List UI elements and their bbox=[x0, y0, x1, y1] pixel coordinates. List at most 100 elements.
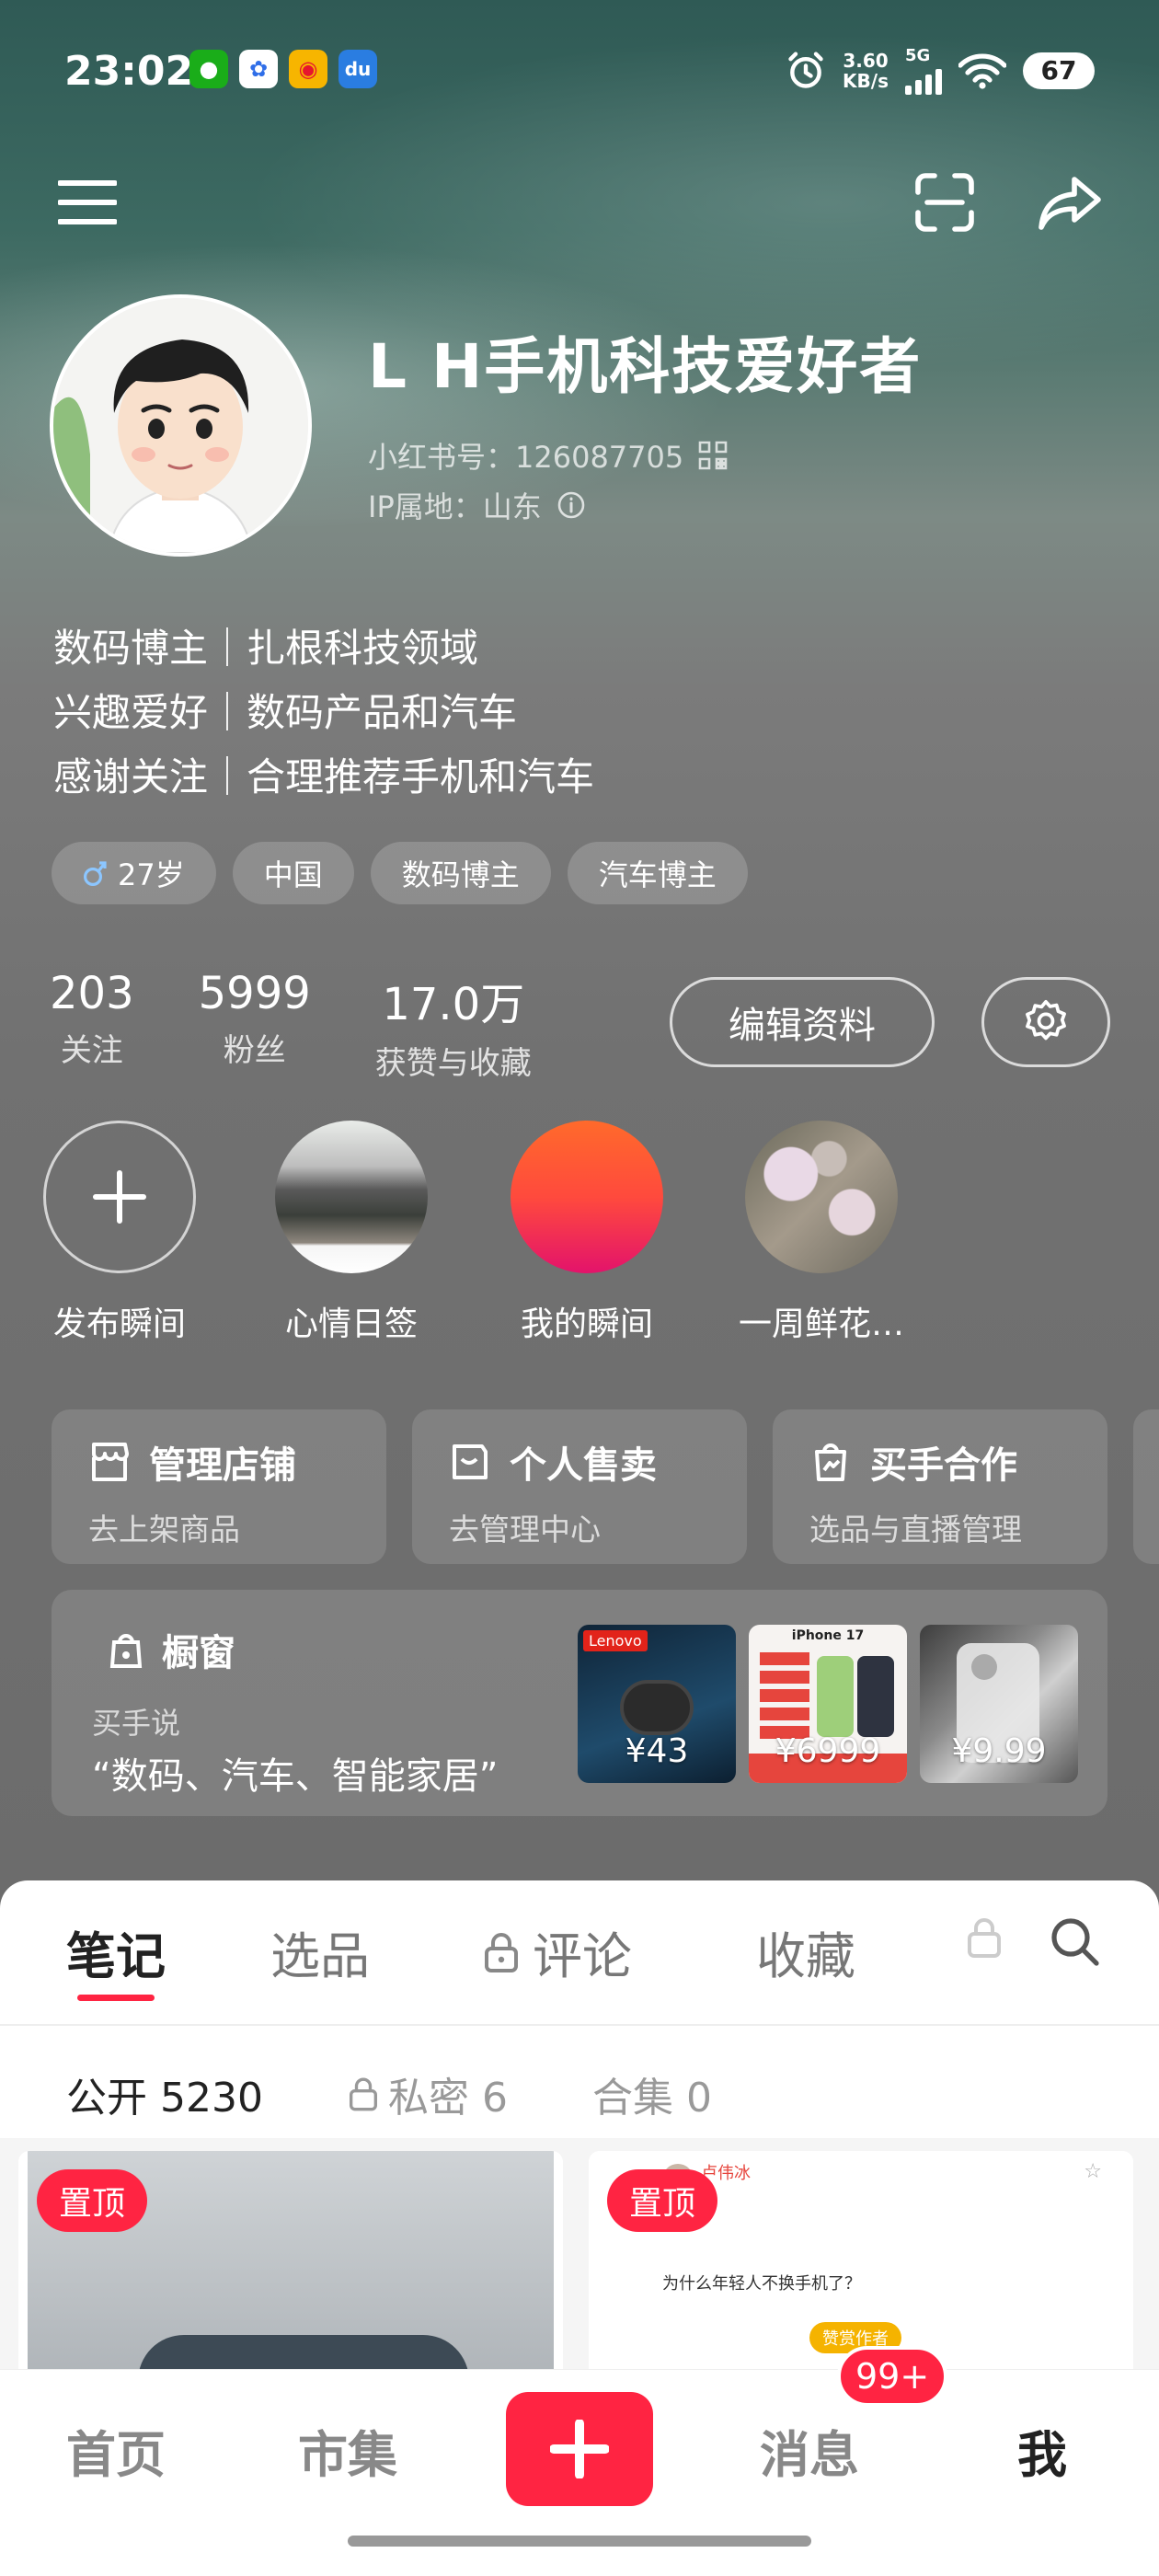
male-gender-icon bbox=[84, 861, 107, 886]
wifi-icon bbox=[958, 53, 1006, 89]
nav-home[interactable]: 首页 bbox=[66, 2414, 166, 2487]
profile-stats: 203 关注 5999 粉丝 17.0万 获赞与收藏 bbox=[50, 968, 532, 1083]
plus-icon bbox=[550, 2420, 609, 2478]
search-button[interactable] bbox=[1049, 1915, 1100, 1967]
add-moment-circle bbox=[43, 1121, 196, 1273]
gear-icon bbox=[1026, 999, 1066, 1041]
wechat-icon: ● bbox=[189, 50, 228, 88]
tabs-divider bbox=[0, 2024, 1159, 2026]
bio-line: 兴趣爱好｜数码产品和汽车 bbox=[53, 690, 518, 735]
product-phone-case[interactable]: ¥9.99 bbox=[920, 1625, 1078, 1783]
qr-code-icon[interactable] bbox=[698, 441, 728, 470]
clock: 23:02 bbox=[64, 48, 194, 95]
buyer-says-label: 买手说 bbox=[92, 1706, 181, 1741]
product-price: ¥9.99 bbox=[951, 1732, 1047, 1770]
scan-icon bbox=[915, 173, 974, 232]
menu-button[interactable] bbox=[55, 170, 120, 235]
account-id: 小红书号：126087705 bbox=[368, 440, 684, 475]
network-speed: 3.60 KB/s bbox=[843, 49, 889, 92]
profile-bio: 数码博主｜扎根科技领域 兴趣爱好｜数码产品和汽车 感谢关注｜合理推荐手机和汽车 bbox=[53, 616, 594, 810]
tag-region: 中国 bbox=[232, 842, 354, 904]
ip-location: IP属地：山东 bbox=[368, 489, 542, 524]
product-price: ¥6999 bbox=[775, 1732, 881, 1770]
scan-button[interactable] bbox=[912, 170, 977, 235]
ip-location-row: IP属地：山东 bbox=[368, 484, 586, 526]
lock-icon bbox=[968, 1918, 1001, 1958]
weibo-icon: ◉ bbox=[289, 50, 327, 88]
tag-car-blogger: 汽车博主 bbox=[567, 842, 748, 904]
edit-profile-button[interactable]: 编辑资料 bbox=[670, 977, 935, 1067]
active-tab-indicator bbox=[77, 1995, 155, 2001]
moment-weekly-flowers[interactable]: 一周鲜花… bbox=[716, 1121, 927, 1345]
search-icon bbox=[1051, 1918, 1099, 1966]
signal-icon bbox=[905, 65, 942, 95]
notification-icons: ● ✿ ◉ du bbox=[189, 50, 377, 88]
account-id-row: 小红书号：126087705 bbox=[368, 434, 728, 477]
info-icon[interactable] bbox=[557, 490, 586, 520]
moment-mood-sign[interactable]: 心情日签 bbox=[246, 1121, 457, 1345]
plus-icon bbox=[93, 1170, 146, 1224]
tag-age: 27岁 bbox=[52, 842, 216, 904]
manage-shop-card[interactable]: 管理店铺 去上架商品 bbox=[52, 1409, 386, 1564]
tab-comments[interactable]: 评论 bbox=[483, 1915, 632, 1988]
moments-row: 发布瞬间 心情日签 我的瞬间 一周鲜花… bbox=[0, 1121, 1159, 1351]
moment-publish[interactable]: 发布瞬间 bbox=[14, 1121, 225, 1345]
baidu-icon: ✿ bbox=[239, 50, 278, 88]
messages-badge: 99+ bbox=[837, 2346, 948, 2407]
tab-favorites[interactable]: 收藏 bbox=[756, 1915, 855, 1988]
tag-digital-blogger: 数码博主 bbox=[370, 842, 551, 904]
bio-line: 数码博主｜扎根科技领域 bbox=[53, 626, 479, 671]
tab-selections[interactable]: 选品 bbox=[270, 1915, 370, 1988]
showcase-bag-icon bbox=[109, 1634, 143, 1668]
moment-my-moments[interactable]: 我的瞬间 bbox=[481, 1121, 693, 1345]
tab-notes[interactable]: 笔记 bbox=[66, 1915, 166, 1988]
hamburger-icon bbox=[58, 180, 117, 224]
buyer-quote: “数码、汽车、智能家居” bbox=[92, 1755, 499, 1798]
more-services-card[interactable] bbox=[1133, 1409, 1159, 1564]
personal-sales-card[interactable]: 个人售卖 去管理中心 bbox=[412, 1409, 747, 1564]
star-icon: ☆ bbox=[1084, 2160, 1102, 2183]
product-price: ¥43 bbox=[625, 1732, 689, 1770]
share-button[interactable] bbox=[1038, 170, 1102, 235]
my-moments-thumbnail bbox=[511, 1121, 663, 1273]
tab-locked-more[interactable] bbox=[966, 1915, 1003, 1960]
battery-indicator: 67 bbox=[1023, 52, 1095, 89]
pinned-badge: 置顶 bbox=[607, 2169, 717, 2232]
buyer-cooperation-card[interactable]: 买手合作 选品与直播管理 bbox=[773, 1409, 1107, 1564]
settings-button[interactable] bbox=[981, 977, 1110, 1067]
product-iphone[interactable]: iPhone 17 ¥6999 bbox=[749, 1625, 907, 1783]
filter-collections[interactable]: 合集 0 bbox=[592, 2064, 712, 2123]
note-question: 为什么年轻人不换手机了？ bbox=[662, 2274, 861, 2294]
lock-icon bbox=[485, 1932, 518, 1972]
cooperation-bag-icon bbox=[815, 1443, 846, 1481]
lock-icon bbox=[349, 2077, 377, 2111]
filter-private[interactable]: 私密 6 bbox=[348, 2064, 508, 2123]
stat-followers[interactable]: 5999 粉丝 bbox=[199, 968, 311, 1083]
profile-tabs: 笔记 选品 评论 收藏 bbox=[0, 1908, 1159, 2009]
network-type: 5G bbox=[905, 46, 931, 65]
share-icon bbox=[1039, 177, 1101, 230]
product-earbuds[interactable]: Lenovo ¥43 bbox=[578, 1625, 736, 1783]
note-filters: 公开 5230 私密 6 合集 0 bbox=[66, 2064, 712, 2123]
sales-bag-icon bbox=[453, 1444, 488, 1479]
mood-sign-thumbnail bbox=[275, 1121, 428, 1273]
weekly-flowers-thumbnail bbox=[745, 1121, 898, 1273]
home-indicator[interactable] bbox=[348, 2536, 811, 2547]
bio-line: 感谢关注｜合理推荐手机和汽车 bbox=[53, 754, 595, 799]
nav-me[interactable]: 我 bbox=[1017, 2414, 1067, 2487]
profile-tags: 27岁 中国 数码博主 汽车博主 bbox=[52, 842, 748, 904]
showcase-card[interactable]: 橱窗 买手说 “数码、汽车、智能家居” Lenovo ¥43 iPhone 17… bbox=[52, 1590, 1107, 1816]
profile-name: L H手机科技爱好者 bbox=[368, 331, 923, 402]
nav-market[interactable]: 市集 bbox=[298, 2414, 397, 2487]
stat-following[interactable]: 203 关注 bbox=[50, 968, 134, 1083]
stat-likes-saves[interactable]: 17.0万 获赞与收藏 bbox=[375, 968, 532, 1083]
nav-messages[interactable]: 消息 bbox=[760, 2414, 859, 2487]
avatar[interactable] bbox=[50, 294, 312, 557]
du-icon: du bbox=[339, 50, 377, 88]
status-bar: 23:02 ● ✿ ◉ du 3.60 KB/s 5G 67 bbox=[0, 37, 1159, 110]
alarm-icon bbox=[788, 51, 823, 88]
avatar-illustration bbox=[53, 298, 308, 553]
pinned-badge: 置顶 bbox=[37, 2169, 147, 2232]
filter-public[interactable]: 公开 5230 bbox=[66, 2064, 263, 2123]
create-post-button[interactable] bbox=[506, 2392, 653, 2506]
